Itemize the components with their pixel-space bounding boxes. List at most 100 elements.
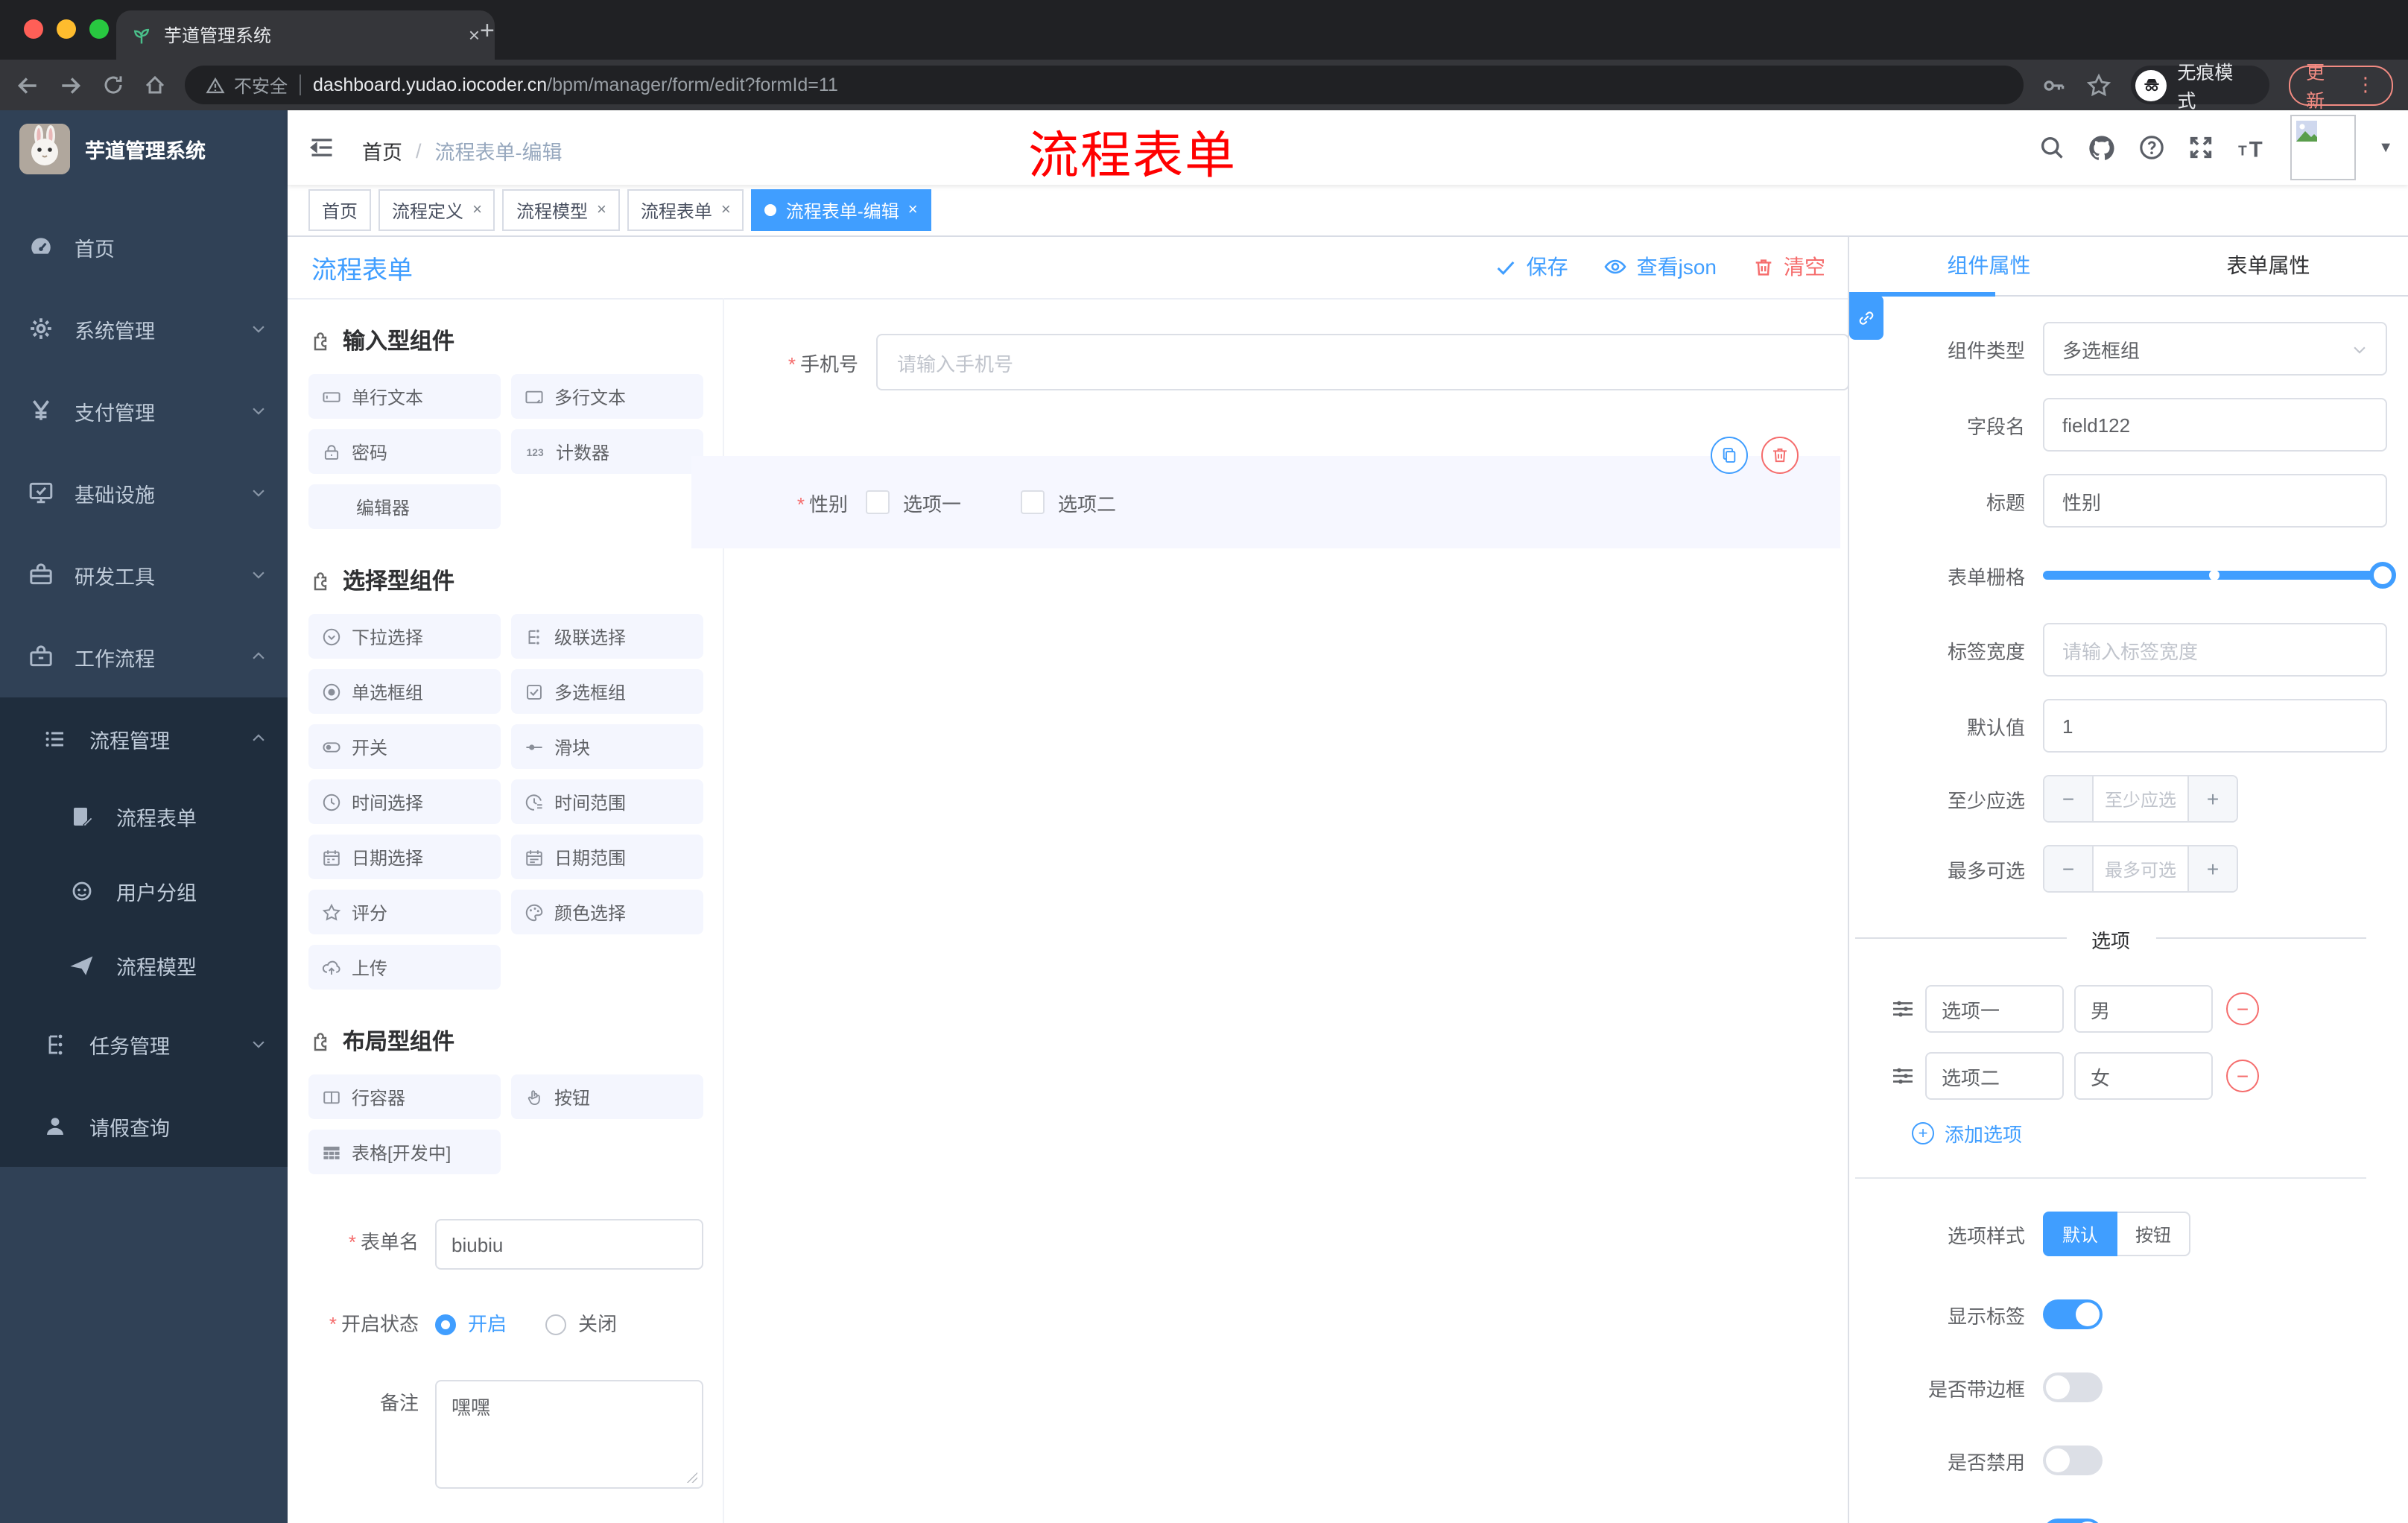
palette-item-date-picker[interactable]: 日期选择 (308, 835, 501, 879)
github-icon[interactable] (2088, 133, 2116, 162)
stepper-decrease-button[interactable]: − (2044, 846, 2092, 891)
tab-component-props[interactable]: 组件属性 (1849, 235, 2129, 295)
remove-option-button[interactable]: − (2226, 1060, 2259, 1092)
window-zoom-button[interactable] (89, 19, 109, 39)
sidebar-item-process-model[interactable]: 流程模型 (0, 928, 288, 1003)
tab-form-props[interactable]: 表单属性 (2129, 235, 2408, 295)
sidebar-item-leave-query[interactable]: 请假查询 (0, 1085, 288, 1167)
show-label-toggle[interactable] (2043, 1299, 2103, 1329)
chrome-menu-icon[interactable]: ⋮ (2356, 73, 2375, 97)
clear-button[interactable]: 清空 (1752, 252, 1825, 282)
max-select-input[interactable]: 最多可选 (2092, 846, 2189, 891)
gender-checkbox-option2[interactable]: 选项二 (1021, 488, 1116, 516)
sidebar-item-devtools[interactable]: 研发工具 (0, 533, 288, 615)
required-toggle[interactable] (2043, 1519, 2103, 1523)
sidebar-item-home[interactable]: 首页 (0, 206, 288, 288)
tag-home[interactable]: 首页 (308, 189, 372, 231)
view-json-button[interactable]: 查看json (1604, 252, 1717, 282)
avatar-caret-icon[interactable]: ▼ (2378, 139, 2393, 156)
url-bar[interactable]: 不安全 dashboard.yudao.iocoder.cn/bpm/manag… (185, 66, 2024, 104)
window-close-button[interactable] (24, 19, 43, 39)
palette-item-radio-group[interactable]: 单选框组 (308, 669, 501, 714)
tab-close-icon[interactable]: × (469, 24, 480, 46)
sidebar-item-infra[interactable]: 基础设施 (0, 452, 288, 533)
sidebar-item-system[interactable]: 系统管理 (0, 288, 288, 370)
disabled-toggle[interactable] (2043, 1446, 2103, 1475)
tag-close-icon[interactable]: × (721, 201, 731, 219)
sidebar-logo[interactable]: 芋道管理系统 (0, 110, 288, 188)
window-minimize-button[interactable] (57, 19, 76, 39)
phone-field-input[interactable]: 请输入手机号 (876, 334, 1849, 390)
tag-close-icon[interactable]: × (597, 201, 606, 219)
min-select-input[interactable]: 至少应选 (2092, 776, 2189, 821)
remove-option-button[interactable]: − (2226, 992, 2259, 1025)
palette-item-slider[interactable]: 滑块 (511, 724, 703, 769)
palette-item-password[interactable]: 密码 (308, 429, 501, 474)
palette-item-cascader[interactable]: 级联选择 (511, 614, 703, 659)
option1-label-input[interactable]: 选项一 (1925, 985, 2064, 1033)
palette-item-row-container[interactable]: 行容器 (308, 1074, 501, 1119)
breadcrumb-home[interactable]: 首页 (362, 136, 402, 165)
slider-handle[interactable] (2369, 562, 2396, 589)
password-key-icon[interactable] (2042, 72, 2068, 98)
canvas-field-gender-selected[interactable]: 性别 选项一 选项二 (691, 437, 1840, 548)
tag-process-model[interactable]: 流程模型 × (502, 189, 620, 231)
palette-item-time-range[interactable]: 时间范围 (511, 779, 703, 824)
chrome-update-button[interactable]: 更新 ⋮ (2288, 63, 2393, 112)
default-value-input[interactable]: 1 (2043, 699, 2387, 753)
home-icon[interactable] (143, 73, 167, 97)
palette-item-time-picker[interactable]: 时间选择 (308, 779, 501, 824)
checkbox-icon[interactable] (866, 490, 890, 514)
palette-item-rate[interactable]: 评分 (308, 890, 501, 934)
fullscreen-icon[interactable] (2187, 134, 2214, 161)
canvas-field-phone[interactable]: 手机号 请输入手机号 (682, 334, 1849, 390)
url-text[interactable]: dashboard.yudao.iocoder.cn/bpm/manager/f… (313, 75, 838, 95)
tag-process-form-edit[interactable]: 流程表单-编辑 × (751, 189, 931, 231)
field-name-input[interactable]: field122 (2043, 398, 2387, 452)
checkbox-icon[interactable] (1021, 490, 1045, 514)
radio-status-off[interactable]: 关闭 (545, 1301, 617, 1349)
reload-icon[interactable] (101, 73, 125, 97)
palette-item-select[interactable]: 下拉选择 (308, 614, 501, 659)
option2-value-input[interactable]: 女 (2074, 1052, 2213, 1100)
component-type-select[interactable]: 多选框组 (2043, 322, 2387, 376)
palette-item-switch[interactable]: 开关 (308, 724, 501, 769)
sidebar-item-task-mgmt[interactable]: 任务管理 (0, 1003, 288, 1085)
forward-icon[interactable] (58, 72, 83, 98)
palette-item-single-text[interactable]: 单行文本 (308, 374, 501, 419)
palette-item-button[interactable]: 按钮 (511, 1074, 703, 1119)
sidebar-item-payment[interactable]: 支付管理 (0, 370, 288, 452)
stepper-increase-button[interactable]: + (2189, 776, 2237, 821)
sidebar-item-process-mgmt[interactable]: 流程管理 (0, 697, 288, 779)
palette-item-color-picker[interactable]: 颜色选择 (511, 890, 703, 934)
font-size-icon[interactable]: TT (2237, 134, 2268, 161)
security-warning[interactable]: 不安全 (206, 72, 288, 98)
tag-close-icon[interactable]: × (472, 201, 482, 219)
palette-item-table[interactable]: 表格[开发中] (308, 1130, 501, 1174)
save-button[interactable]: 保存 (1495, 252, 1568, 282)
sidebar-item-workflow[interactable]: 工作流程 (0, 615, 288, 697)
option-drag-handle-icon[interactable] (1891, 1064, 1915, 1088)
delete-field-button[interactable] (1761, 437, 1799, 474)
form-remark-textarea[interactable]: 嘿嘿 (435, 1380, 703, 1489)
palette-item-date-range[interactable]: 日期范围 (511, 835, 703, 879)
add-option-button[interactable]: + 添加选项 (1912, 1119, 2387, 1147)
radio-status-on[interactable]: 开启 (435, 1301, 507, 1349)
window-controls[interactable] (24, 19, 109, 39)
sidebar-collapse-icon[interactable] (308, 134, 335, 161)
tag-process-definition[interactable]: 流程定义 × (378, 189, 495, 231)
palette-item-upload[interactable]: 上传 (308, 945, 501, 990)
style-button-button[interactable]: 按钮 (2117, 1212, 2191, 1256)
new-tab-button[interactable]: + (480, 18, 495, 43)
style-default-button[interactable]: 默认 (2043, 1212, 2118, 1256)
form-name-input[interactable]: biubiu (435, 1219, 703, 1270)
option1-value-input[interactable]: 男 (2074, 985, 2213, 1033)
palette-item-counter[interactable]: 123 计数器 (511, 429, 703, 474)
tag-close-icon[interactable]: × (908, 201, 918, 219)
stepper-increase-button[interactable]: + (2189, 846, 2237, 891)
option2-label-input[interactable]: 选项二 (1925, 1052, 2064, 1100)
link-drag-handle[interactable] (1849, 295, 1883, 340)
palette-item-multi-text[interactable]: 多行文本 (511, 374, 703, 419)
sidebar-item-process-form[interactable]: 流程表单 (0, 779, 288, 854)
search-icon[interactable] (2038, 134, 2065, 161)
